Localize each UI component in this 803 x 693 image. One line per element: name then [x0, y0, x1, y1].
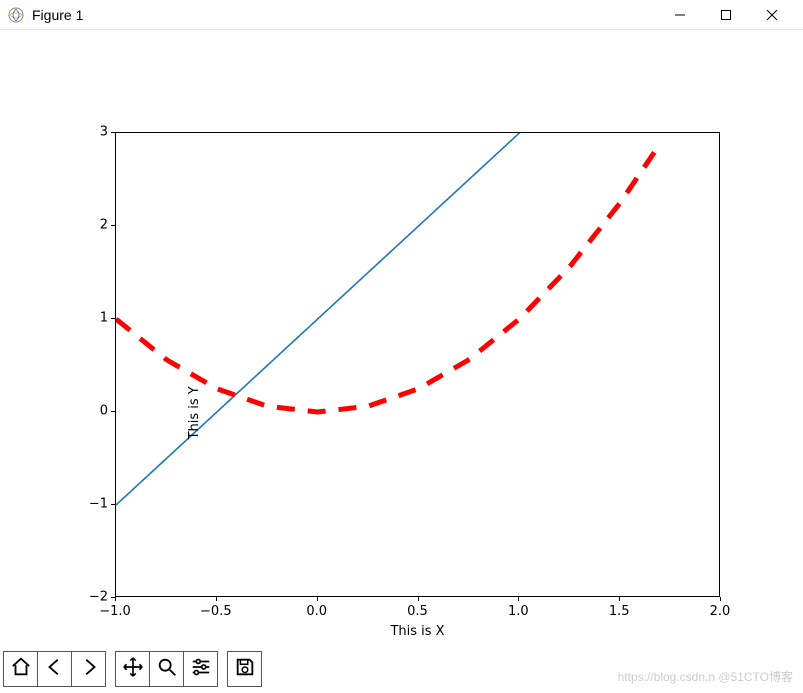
- home-icon: [10, 656, 32, 683]
- figure-canvas: −2 −1 0 1 2 3 −1.0 −0.5 0.0 0.5 1.0 1.5 2.0 This is…: [0, 30, 803, 640]
- xtick-label: 1.5: [609, 604, 630, 619]
- xtick-label: −1.0: [99, 604, 131, 619]
- window-titlebar: Figure 1: [0, 0, 803, 30]
- zoom-icon: [156, 656, 178, 683]
- line-series-linear: [116, 0, 721, 505]
- mpl-toolbar: [3, 648, 261, 690]
- xtick-mark: [216, 597, 217, 601]
- axes: −2−10123 −1.0−0.50.00.51.01.52.0 This is…: [115, 132, 720, 597]
- ytick-mark: [111, 504, 115, 505]
- plot-area: [115, 132, 720, 597]
- xtick-mark: [418, 597, 419, 601]
- subplots-button[interactable]: [183, 651, 218, 687]
- xtick-label: 0.5: [407, 604, 428, 619]
- ytick-mark: [111, 132, 115, 133]
- xtick-mark: [317, 597, 318, 601]
- arrow-right-icon: [78, 656, 100, 683]
- ytick-label: 1: [100, 311, 108, 326]
- xtick-mark: [720, 597, 721, 601]
- forward-button[interactable]: [71, 651, 106, 687]
- app-icon: [8, 7, 24, 23]
- xtick-label: 2.0: [710, 604, 731, 619]
- xtick-label: −0.5: [200, 604, 232, 619]
- sliders-icon: [190, 656, 212, 683]
- chart-svg: [116, 133, 721, 598]
- xtick-label: 0.0: [306, 604, 327, 619]
- window-title: Figure 1: [32, 7, 657, 23]
- ytick-label: −2: [89, 590, 108, 605]
- home-button[interactable]: [3, 651, 38, 687]
- save-button[interactable]: [227, 651, 262, 687]
- zoom-button[interactable]: [149, 651, 184, 687]
- ytick-label: 0: [100, 404, 108, 419]
- maximize-button[interactable]: [703, 0, 749, 30]
- pan-button[interactable]: [115, 651, 150, 687]
- ytick-mark: [111, 411, 115, 412]
- close-button[interactable]: [749, 0, 795, 30]
- window-controls: [657, 0, 795, 30]
- y-axis-label: This is Y: [187, 386, 202, 439]
- watermark: https://blog.csdn.n @51CTO博客: [618, 668, 793, 685]
- minimize-button[interactable]: [657, 0, 703, 30]
- xtick-mark: [619, 597, 620, 601]
- ytick-label: 3: [100, 125, 108, 140]
- xtick-mark: [115, 597, 116, 601]
- ytick-mark: [111, 318, 115, 319]
- xtick-mark: [518, 597, 519, 601]
- xtick-label: 1.0: [508, 604, 529, 619]
- x-axis-label: This is X: [390, 624, 444, 639]
- ytick-label: −1: [89, 497, 108, 512]
- arrow-left-icon: [44, 656, 66, 683]
- ytick-mark: [111, 225, 115, 226]
- save-icon: [234, 656, 256, 683]
- back-button[interactable]: [37, 651, 72, 687]
- line-series-quadratic: [116, 143, 661, 412]
- ytick-label: 2: [100, 218, 108, 233]
- move-icon: [122, 656, 144, 683]
